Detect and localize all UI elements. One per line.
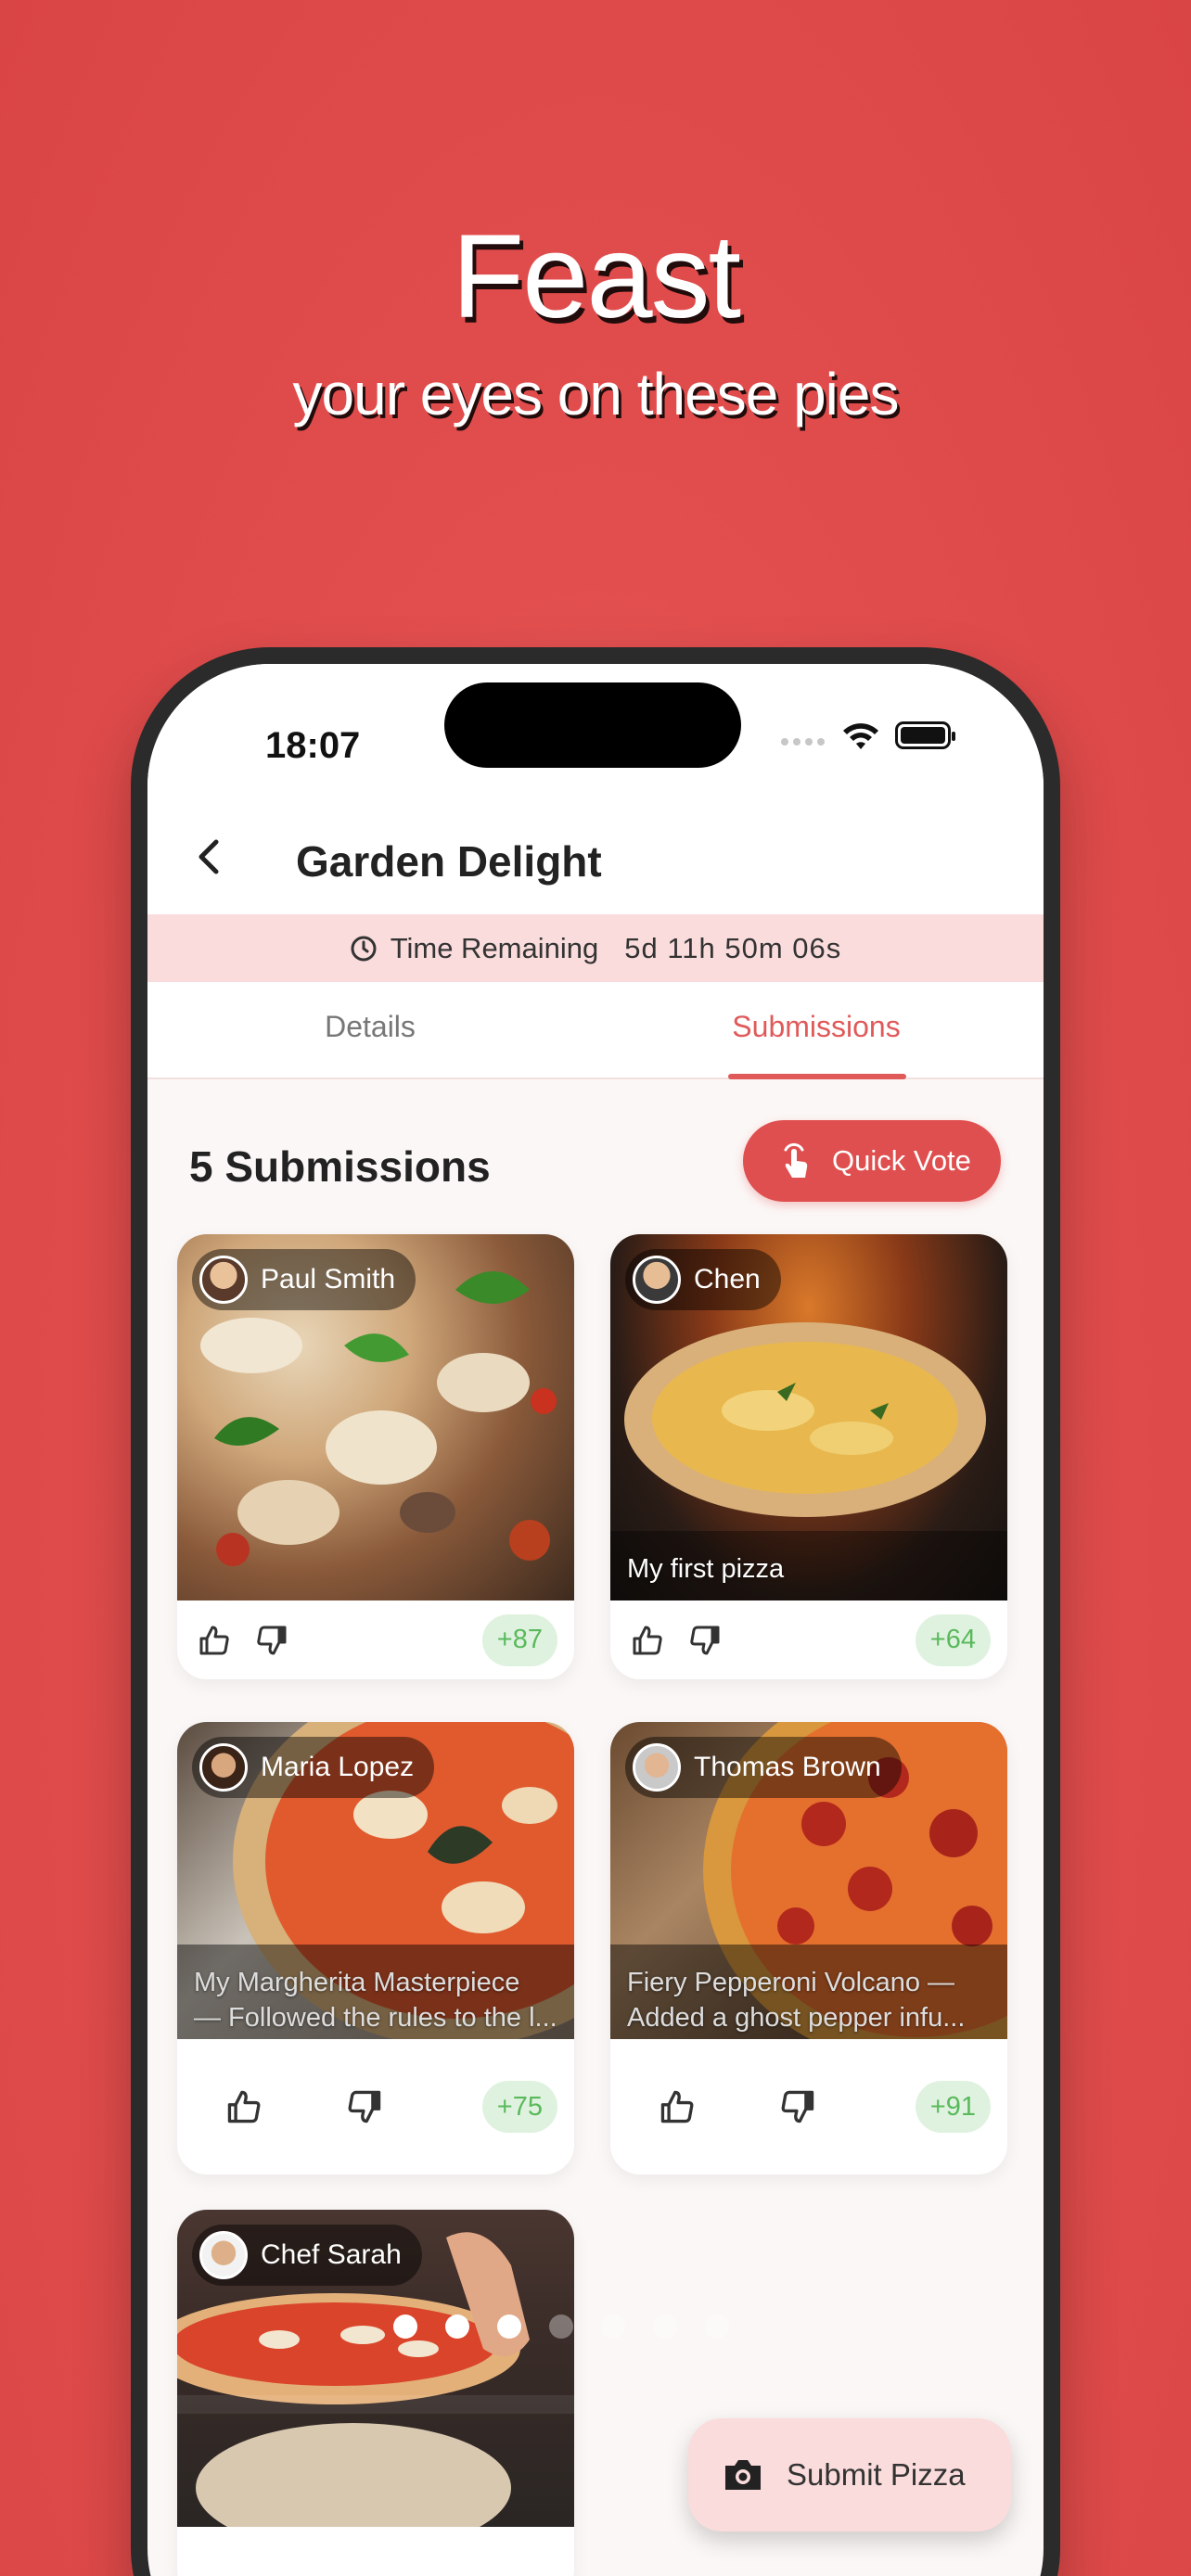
author-name: Chen xyxy=(694,1264,761,1294)
author-chip: Chen xyxy=(625,1249,781,1310)
submission-card[interactable]: Thomas Brown Fiery Pepperoni Volcano — A… xyxy=(610,1722,1007,2174)
thumbs-down-icon xyxy=(690,1626,720,1654)
submission-caption: My Margherita Masterpiece — Followed the… xyxy=(194,1965,561,2035)
submit-pizza-button[interactable]: Submit Pizza xyxy=(688,2418,1011,2531)
wifi-icon xyxy=(843,723,878,749)
phone-frame: 18:07 Garden Delight Time Remaining 5d 1… xyxy=(131,647,1060,2576)
page-indicator xyxy=(393,2315,729,2339)
downvote-button[interactable] xyxy=(250,1618,294,1663)
back-arrow-icon[interactable] xyxy=(185,831,237,883)
quick-vote-label: Quick Vote xyxy=(832,1144,971,1177)
avatar xyxy=(199,2231,248,2279)
author-name: Paul Smith xyxy=(261,1264,396,1294)
tab-submissions[interactable]: Submissions xyxy=(631,1010,1002,1044)
score-badge: +64 xyxy=(915,1613,991,1666)
status-time: 18:07 xyxy=(265,725,361,766)
vote-bar: +87 xyxy=(177,1600,574,1679)
page-dot[interactable] xyxy=(549,2315,573,2339)
upvote-button[interactable] xyxy=(222,2085,266,2129)
avatar xyxy=(633,1743,681,1792)
thumbs-up-icon xyxy=(660,2090,694,2123)
page-dot[interactable] xyxy=(653,2315,677,2339)
author-chip: Paul Smith xyxy=(192,1249,416,1310)
downvote-button[interactable] xyxy=(342,2085,387,2129)
time-remaining-value: 5d 11h 50m 06s xyxy=(624,931,842,964)
thumbs-down-icon xyxy=(348,2090,381,2123)
thumbs-down-icon xyxy=(257,1626,287,1654)
submit-pizza-label: Submit Pizza xyxy=(787,2457,966,2492)
avatar xyxy=(633,1256,681,1304)
vote-bar: +64 xyxy=(610,1600,1007,1679)
thumbs-up-icon xyxy=(227,2090,261,2123)
upvote-button[interactable] xyxy=(625,1618,670,1663)
avatar xyxy=(199,1256,248,1304)
caption-line: Fiery Pepperoni Volcano — xyxy=(627,1968,955,1997)
submission-card[interactable]: Maria Lopez My Margherita Masterpiece — … xyxy=(177,1722,574,2174)
page-dot[interactable] xyxy=(445,2315,469,2339)
camera-icon xyxy=(725,2460,761,2490)
score-badge: +87 xyxy=(481,1613,557,1666)
time-remaining-label: Time Remaining xyxy=(390,931,599,964)
caption-line: — Followed the rules to the l... xyxy=(194,2003,557,2033)
score-badge: +91 xyxy=(915,2081,991,2133)
quick-vote-button[interactable]: Quick Vote xyxy=(743,1120,1001,1202)
downvote-button[interactable] xyxy=(683,1618,727,1663)
thumbs-down-icon xyxy=(781,2090,814,2123)
tab-details[interactable]: Details xyxy=(185,1010,556,1044)
author-chip: Thomas Brown xyxy=(625,1737,902,1798)
battery-icon xyxy=(895,721,955,749)
tab-bar: Details Submissions xyxy=(147,982,1044,1079)
author-name: Thomas Brown xyxy=(694,1752,881,1782)
hero-title: Feast xyxy=(451,210,741,343)
upvote-button[interactable] xyxy=(655,2085,699,2129)
signal-icon xyxy=(781,738,825,746)
caption-line: Added a ghost pepper infu... xyxy=(627,2003,966,2033)
page-dot[interactable] xyxy=(497,2315,521,2339)
clock-icon xyxy=(351,936,377,961)
author-name: Chef Sarah xyxy=(261,2239,402,2270)
page-dot[interactable] xyxy=(601,2315,625,2339)
caption-line: My first pizza xyxy=(627,1554,785,1584)
page-dot[interactable] xyxy=(705,2315,729,2339)
time-remaining-banner: Time Remaining 5d 11h 50m 06s xyxy=(147,914,1044,982)
vote-bar: +75 xyxy=(177,2039,574,2174)
submission-card[interactable]: Paul Smith +87 xyxy=(177,1234,574,1679)
dynamic-island xyxy=(444,682,741,768)
thumbs-up-icon xyxy=(199,1626,229,1654)
app-bar: Garden Delight xyxy=(147,803,1044,914)
active-tab-indicator xyxy=(728,1074,906,1079)
status-bar: 18:07 xyxy=(147,664,1044,803)
score-badge: +75 xyxy=(481,2081,557,2133)
thumbs-up-icon xyxy=(633,1626,662,1654)
page-dot[interactable] xyxy=(393,2315,417,2339)
hero-subtitle: your eyes on these pies xyxy=(292,361,900,427)
caption-line: My Margherita Masterpiece xyxy=(194,1968,520,1997)
author-chip: Maria Lopez xyxy=(192,1737,435,1798)
downvote-button[interactable] xyxy=(775,2085,820,2129)
avatar xyxy=(199,1743,248,1792)
upvote-button[interactable] xyxy=(192,1618,237,1663)
submissions-count: 5 Submissions xyxy=(189,1142,491,1191)
submission-caption: My first pizza xyxy=(627,1551,994,1587)
submission-card[interactable]: Chef Sarah xyxy=(177,2210,574,2576)
author-name: Maria Lopez xyxy=(261,1752,415,1782)
page-title: Garden Delight xyxy=(296,837,602,886)
tap-hand-icon xyxy=(784,1142,808,1178)
submission-caption: Fiery Pepperoni Volcano — Added a ghost … xyxy=(627,1965,994,2035)
submission-card[interactable]: Chen My first pizza +64 xyxy=(610,1234,1007,1679)
vote-bar: +91 xyxy=(610,2039,1007,2174)
author-chip: Chef Sarah xyxy=(192,2225,422,2286)
phone-screen: 18:07 Garden Delight Time Remaining 5d 1… xyxy=(147,664,1044,2576)
